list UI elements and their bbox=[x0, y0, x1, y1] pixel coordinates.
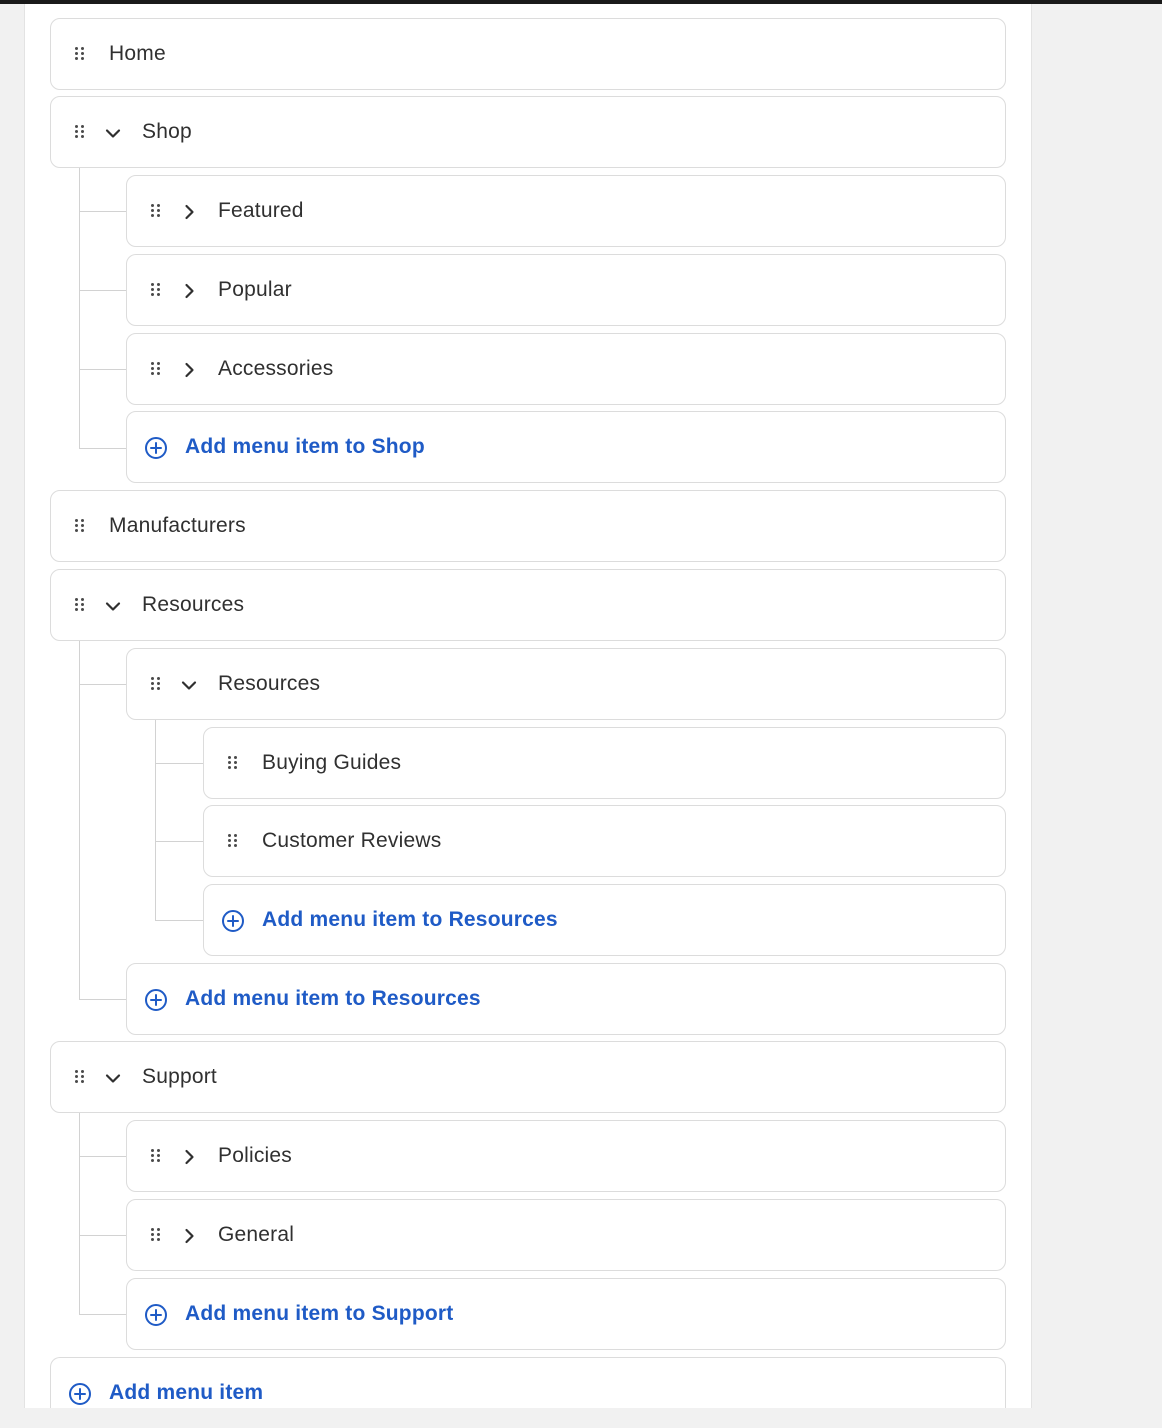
tree-line-resources bbox=[79, 640, 80, 1000]
menu-item-policies[interactable]: Policies bbox=[126, 1120, 1006, 1192]
menu-item-resources[interactable]: Resources bbox=[50, 569, 1006, 641]
menu-item-label: Accessories bbox=[218, 357, 334, 380]
menu-item-buying-guides[interactable]: Buying Guides bbox=[203, 727, 1006, 799]
chevron-down-icon[interactable] bbox=[180, 676, 198, 694]
chevron-right-icon[interactable] bbox=[180, 361, 198, 379]
drag-handle-icon[interactable] bbox=[75, 125, 85, 139]
tree-branch bbox=[79, 1156, 126, 1157]
plus-circle-icon bbox=[144, 1303, 168, 1327]
tree-line-resources-sub bbox=[155, 719, 156, 920]
menu-item-label: General bbox=[218, 1223, 295, 1246]
menu-item-popular[interactable]: Popular bbox=[126, 254, 1006, 326]
chevron-right-icon[interactable] bbox=[180, 282, 198, 300]
drag-handle-icon[interactable] bbox=[151, 283, 161, 297]
menu-item-support[interactable]: Support bbox=[50, 1041, 1006, 1113]
plus-circle-icon bbox=[144, 436, 168, 460]
tree-line-support bbox=[79, 1113, 80, 1314]
drag-handle-icon[interactable] bbox=[151, 677, 161, 691]
add-menu-item-label: Add menu item to Resources bbox=[185, 987, 481, 1010]
menu-item-featured[interactable]: Featured bbox=[126, 175, 1006, 247]
tree-branch bbox=[79, 1235, 126, 1236]
drag-handle-icon[interactable] bbox=[75, 47, 85, 61]
menu-item-label: Resources bbox=[142, 593, 245, 616]
add-menu-item-to-support-button[interactable]: Add menu item to Support bbox=[126, 1278, 1006, 1350]
plus-circle-icon bbox=[221, 909, 245, 933]
menu-item-label: Popular bbox=[218, 278, 292, 301]
menu-item-customer-reviews[interactable]: Customer Reviews bbox=[203, 805, 1006, 877]
drag-handle-icon[interactable] bbox=[151, 362, 161, 376]
chevron-right-icon[interactable] bbox=[180, 1227, 198, 1245]
tree-branch bbox=[155, 841, 203, 842]
add-menu-item-button[interactable]: Add menu item bbox=[50, 1357, 1006, 1408]
chevron-down-icon[interactable] bbox=[104, 1069, 122, 1087]
tree-branch bbox=[79, 1314, 126, 1315]
drag-handle-icon[interactable] bbox=[75, 1070, 85, 1084]
menu-item-label: Manufacturers bbox=[109, 514, 246, 537]
add-menu-item-to-shop-button[interactable]: Add menu item to Shop bbox=[126, 411, 1006, 483]
menu-item-label: Support bbox=[142, 1065, 217, 1088]
tree-branch bbox=[79, 369, 126, 370]
add-menu-item-label: Add menu item to Shop bbox=[185, 435, 425, 458]
menu-item-label: Buying Guides bbox=[262, 751, 402, 774]
menu-item-label: Policies bbox=[218, 1144, 292, 1167]
menu-item-home[interactable]: Home bbox=[50, 18, 1006, 90]
tree-branch bbox=[155, 763, 203, 764]
menu-item-label: Resources bbox=[218, 672, 321, 695]
drag-handle-icon[interactable] bbox=[151, 1228, 161, 1242]
tree-branch bbox=[79, 448, 126, 449]
add-menu-item-to-resources-button[interactable]: Add menu item to Resources bbox=[126, 963, 1006, 1035]
drag-handle-icon[interactable] bbox=[75, 519, 85, 533]
drag-handle-icon[interactable] bbox=[151, 204, 161, 218]
plus-circle-icon bbox=[68, 1382, 92, 1406]
tree-branch bbox=[79, 211, 126, 212]
chevron-right-icon[interactable] bbox=[180, 1148, 198, 1166]
drag-handle-icon[interactable] bbox=[228, 834, 238, 848]
drag-handle-icon[interactable] bbox=[228, 756, 238, 770]
tree-branch bbox=[79, 684, 126, 685]
chevron-down-icon[interactable] bbox=[104, 597, 122, 615]
menu-item-general[interactable]: General bbox=[126, 1199, 1006, 1271]
tree-branch bbox=[79, 999, 126, 1000]
add-menu-item-label: Add menu item to Support bbox=[185, 1302, 454, 1325]
menu-item-label: Shop bbox=[142, 120, 192, 143]
add-menu-item-label: Add menu item bbox=[109, 1381, 264, 1404]
chevron-right-icon[interactable] bbox=[180, 203, 198, 221]
tree-branch bbox=[155, 920, 203, 921]
chevron-down-icon[interactable] bbox=[104, 124, 122, 142]
add-menu-item-to-resources-sub-button[interactable]: Add menu item to Resources bbox=[203, 884, 1006, 956]
menu-item-manufacturers[interactable]: Manufacturers bbox=[50, 490, 1006, 562]
menu-item-label: Customer Reviews bbox=[262, 829, 442, 852]
menu-item-resources-sub[interactable]: Resources bbox=[126, 648, 1006, 720]
menu-item-shop[interactable]: Shop bbox=[50, 96, 1006, 168]
drag-handle-icon[interactable] bbox=[151, 1149, 161, 1163]
tree-branch bbox=[79, 290, 126, 291]
add-menu-item-label: Add menu item to Resources bbox=[262, 908, 558, 931]
menu-item-accessories[interactable]: Accessories bbox=[126, 333, 1006, 405]
plus-circle-icon bbox=[144, 988, 168, 1012]
menu-item-label: Featured bbox=[218, 199, 304, 222]
menu-item-label: Home bbox=[109, 42, 166, 65]
drag-handle-icon[interactable] bbox=[75, 598, 85, 612]
